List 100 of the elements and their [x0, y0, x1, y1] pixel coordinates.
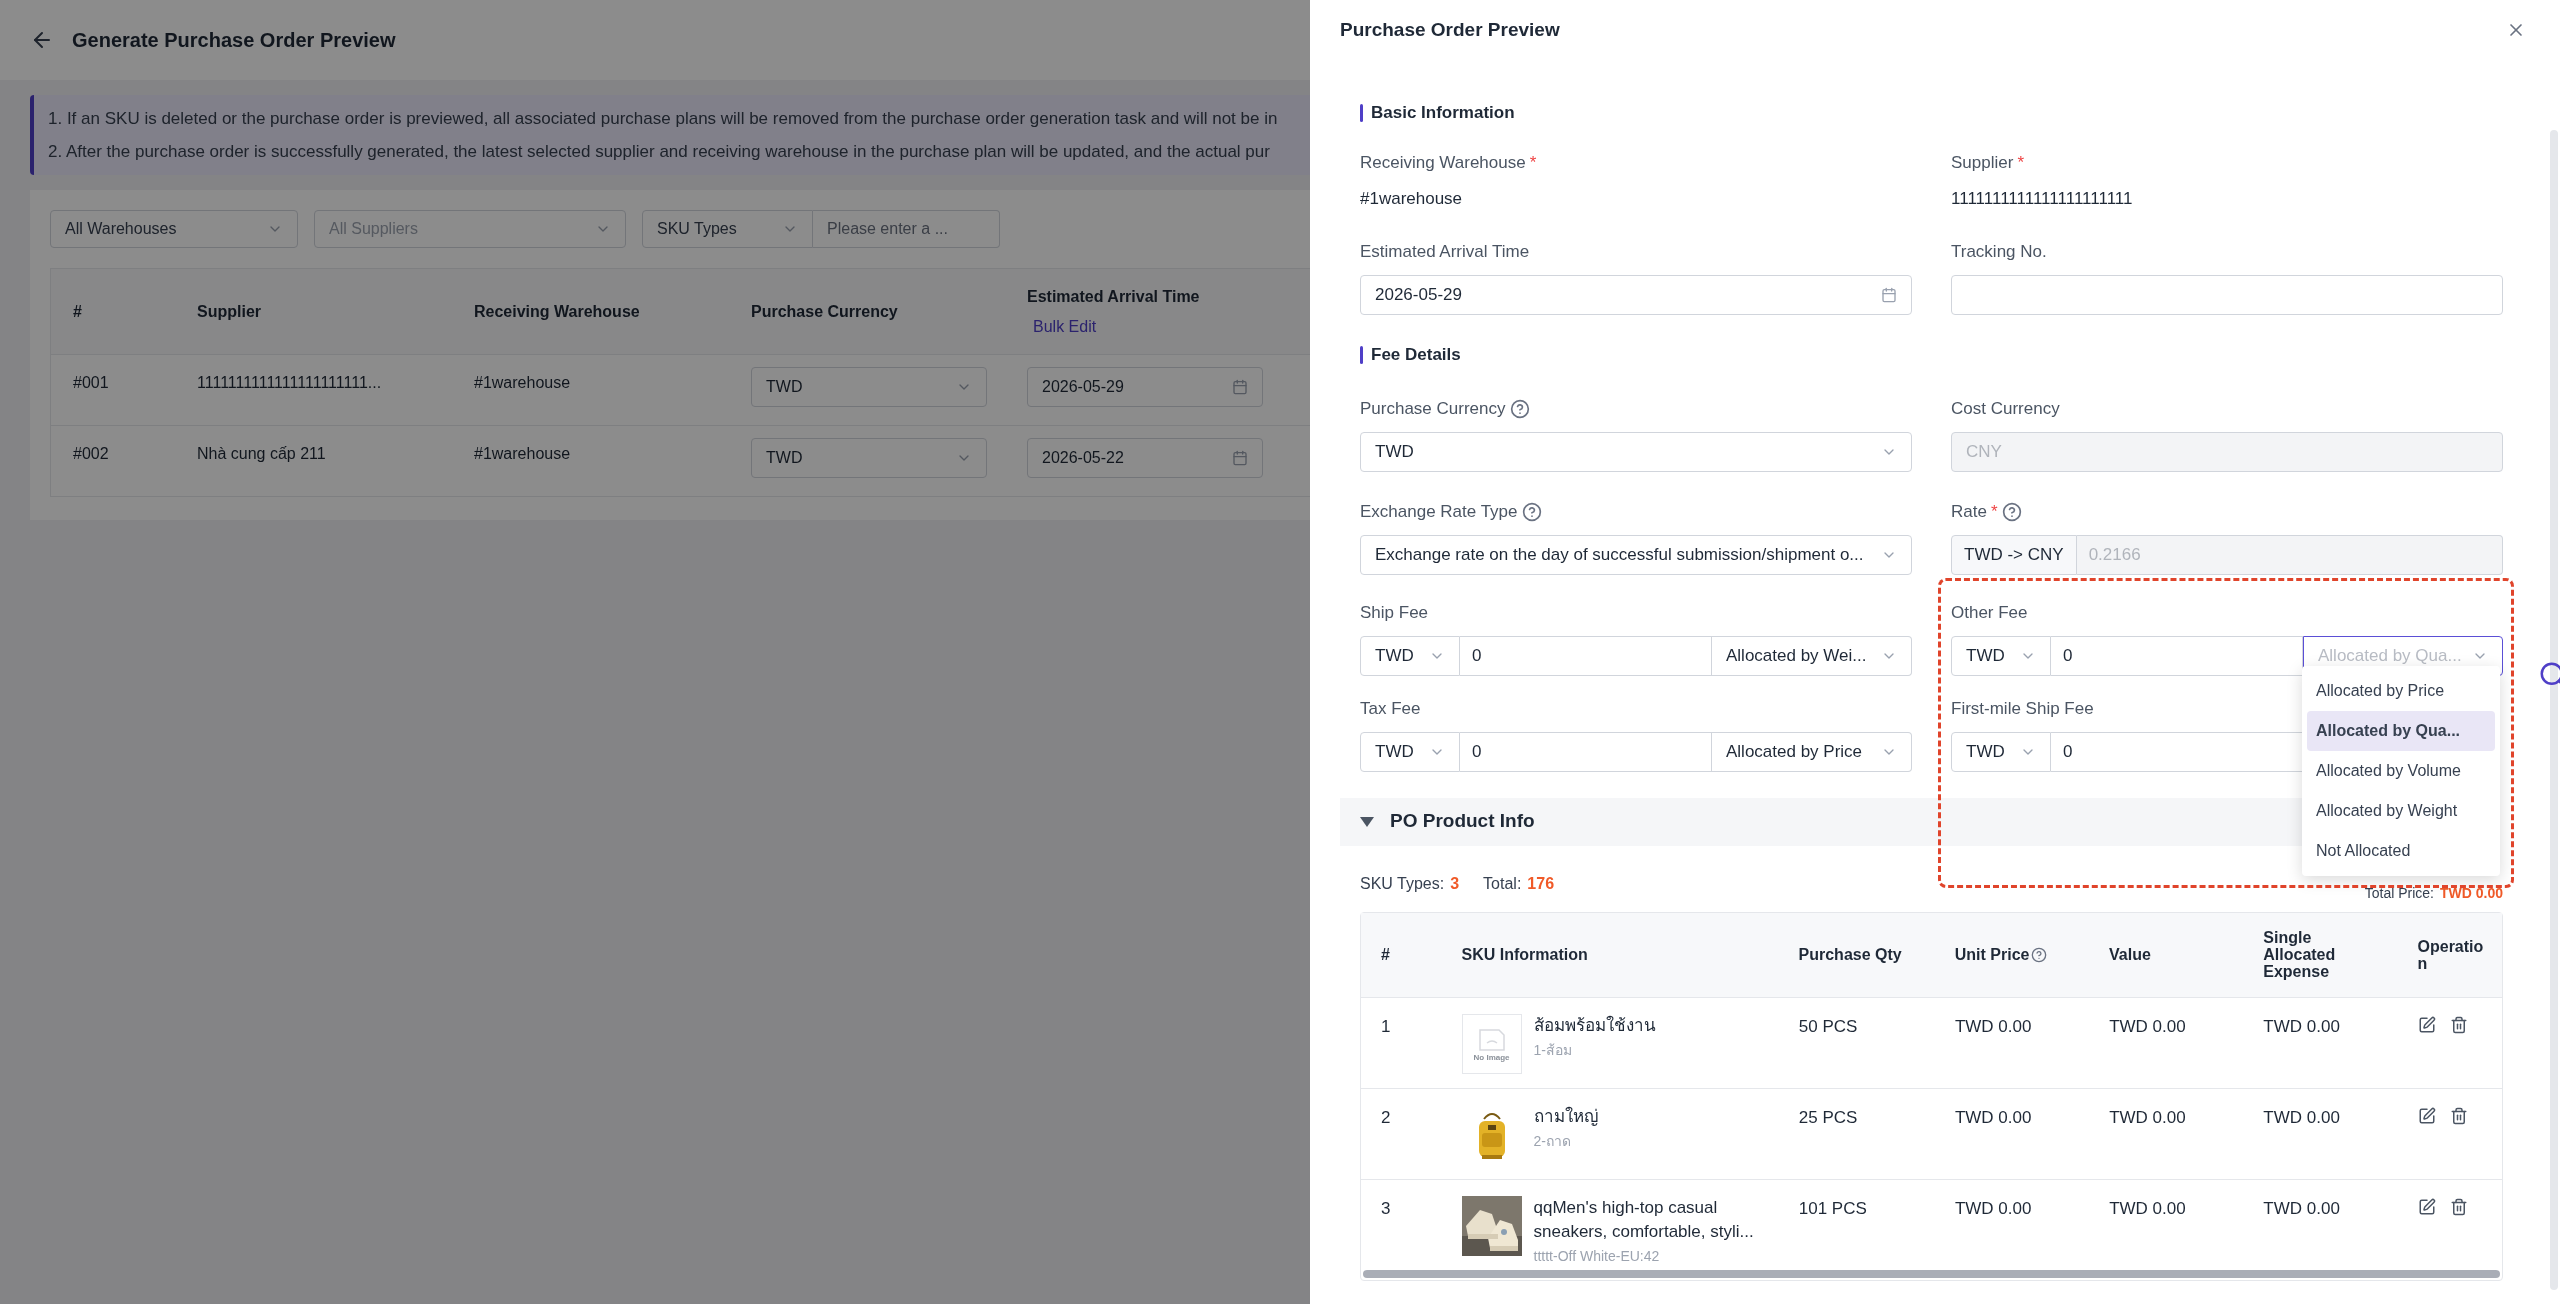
dropdown-option[interactable]: Allocated by Qua... [2307, 711, 2495, 751]
column-header: Receiving Warehouse [474, 301, 641, 322]
vertical-scrollbar[interactable] [2550, 130, 2558, 1290]
allocation-select[interactable]: Allocated by Price [1712, 731, 1912, 772]
horizontal-scrollbar[interactable] [1363, 1269, 2500, 1278]
dropdown-option[interactable]: Allocated by Weight [2307, 791, 2495, 831]
drawer-title: Purchase Order Preview [1340, 17, 1560, 42]
calendar-icon [1232, 379, 1248, 395]
calendar-icon [1232, 450, 1248, 466]
table-cell: #1warehouse [474, 445, 571, 462]
trash-icon[interactable] [2449, 1015, 2468, 1034]
bulk-edit-link[interactable]: Bulk Edit [1027, 314, 1097, 339]
notice-text: 1. If an SKU is deleted or the purchase order is previewed, all associated purchase plans will be removed from the purchase order generation task and will not be in [48, 107, 1278, 130]
currency-select[interactable]: TWD [1360, 731, 1460, 772]
field-label: Cost Currency [1951, 397, 2060, 420]
date-field[interactable]: 2026-05-29 [1360, 274, 1912, 315]
trash-icon[interactable] [2449, 1197, 2468, 1216]
currency-select[interactable]: TWD [751, 367, 987, 407]
table-cell: Nhà cung cấp 211 [197, 445, 326, 462]
section-marker [1360, 345, 1363, 364]
edit-icon[interactable] [2417, 1197, 2436, 1216]
section-marker [1360, 104, 1363, 122]
product-name: ส้อมพร้อมใช้งาน [1533, 1014, 1656, 1037]
summary-value: 3 [1450, 873, 1460, 894]
table-cell: 25 PCS [1798, 1107, 1858, 1127]
required-asterisk: * [2017, 152, 2024, 175]
table-cell: 1111111111111111111111... [197, 374, 382, 391]
required-asterisk: * [1990, 500, 1998, 523]
section-heading: Basic Information [1371, 102, 1515, 125]
currency-select[interactable]: TWD [1951, 731, 2051, 772]
table-cell: TWD 0.00 [2109, 1016, 2186, 1036]
summary-label: SKU Types: [1360, 873, 1445, 894]
table-cell: TWD 0.00 [2263, 1016, 2340, 1036]
field-label: Exchange Rate Type [1360, 500, 1518, 523]
edit-icon[interactable] [2417, 1015, 2436, 1034]
trash-icon[interactable] [2449, 1106, 2468, 1125]
date-field[interactable]: 2026-05-29 [1027, 367, 1263, 407]
amount-field[interactable]: 0 [1460, 731, 1712, 772]
table-cell: TWD 0.00 [2109, 1107, 2186, 1127]
sku-code: 2-ถาด [1533, 1131, 1572, 1151]
currency-select[interactable]: TWD [1951, 635, 2051, 676]
column-header: SKU Information [1461, 946, 1588, 963]
column-header: Operation [2417, 937, 2485, 972]
collapse-triangle-icon[interactable] [1360, 816, 1374, 827]
table-cell: 1 [1381, 1016, 1391, 1036]
sku-code: ttttt-Off White-EU:42 [1533, 1246, 1661, 1266]
date-field[interactable]: 2026-05-22 [1027, 438, 1263, 478]
column-header: Supplier [197, 301, 262, 322]
summary-value: 176 [1527, 873, 1555, 894]
table-cell: TWD 0.00 [1954, 1198, 2032, 1218]
required-asterisk: * [1529, 152, 1537, 175]
table-cell: #002 [73, 445, 109, 462]
exchange-rate-select[interactable]: Exchange rate on the day of successful submission/shipment o... [1360, 534, 1912, 575]
column-header: Estimated Arrival Time [1027, 286, 1201, 307]
tracking-field[interactable] [1951, 274, 2503, 315]
sku-type-select[interactable]: SKU Types [642, 210, 813, 248]
field-value: 1111111111111111111111 [1951, 189, 2133, 208]
purchase-currency-select[interactable]: TWD [1360, 431, 1912, 472]
page-title: Generate Purchase Order Preview [72, 28, 396, 53]
table-cell: #001 [73, 374, 109, 391]
notice-text: 2. After the purchase order is successfully generated, the latest selected supplier and receiving warehouse in the purchase plan will be updated, and the actual pur [48, 141, 1270, 163]
field-label: Supplier [1951, 152, 2014, 175]
help-icon [1509, 398, 1530, 419]
currency-select[interactable]: TWD [1360, 635, 1460, 676]
summary-label: Total Price: [2364, 884, 2434, 903]
column-header: Value [2109, 946, 2151, 963]
sku-code: 1-ส้อม [1533, 1040, 1573, 1060]
field-value: #1warehouse [1360, 189, 1463, 208]
amount-field[interactable]: 0 [2051, 731, 2303, 772]
allocation-select[interactable]: Allocated by Wei... [1712, 635, 1912, 676]
help-icon [1521, 501, 1542, 522]
table-cell: TWD 0.00 [1954, 1016, 2032, 1036]
table-cell: TWD 0.00 [1954, 1107, 2032, 1127]
help-icon [2001, 501, 2022, 522]
field-label: Purchase Currency [1360, 397, 1506, 420]
summary-value: TWD 0.00 [2440, 884, 2503, 903]
column-header: Purchase Currency [751, 301, 899, 322]
search-field[interactable]: Please enter a ... [813, 210, 1000, 248]
section-heading: PO Product Info [1390, 809, 1535, 834]
field-label: Other Fee [1951, 601, 2028, 624]
table-cell: 3 [1381, 1198, 1391, 1218]
warehouse-select[interactable]: All Warehouses [50, 210, 298, 248]
column-header: Unit Price [1954, 946, 2030, 963]
section-heading: Fee Details [1371, 343, 1461, 366]
dropdown-option[interactable]: Allocated by Volume [2307, 751, 2495, 791]
no-image-text: No Image [1473, 1053, 1510, 1062]
table-cell: 50 PCS [1798, 1016, 1858, 1036]
table-cell: TWD 0.00 [2263, 1107, 2340, 1127]
field-label: Tracking No. [1951, 240, 2047, 263]
table-cell: 2 [1381, 1107, 1391, 1127]
edit-icon[interactable] [2417, 1106, 2436, 1125]
calendar-icon [1881, 286, 1897, 303]
dropdown-option[interactable]: Not Allocated [2307, 831, 2495, 871]
column-header: # [73, 301, 83, 322]
amount-field[interactable]: 0 [2051, 635, 2303, 676]
column-header: Purchase Qty [1798, 946, 1902, 963]
field-label: Tax Fee [1360, 697, 1421, 720]
table-cell: 101 PCS [1798, 1198, 1867, 1218]
currency-select[interactable]: TWD [751, 438, 987, 478]
amount-field[interactable]: 0 [1460, 635, 1712, 676]
